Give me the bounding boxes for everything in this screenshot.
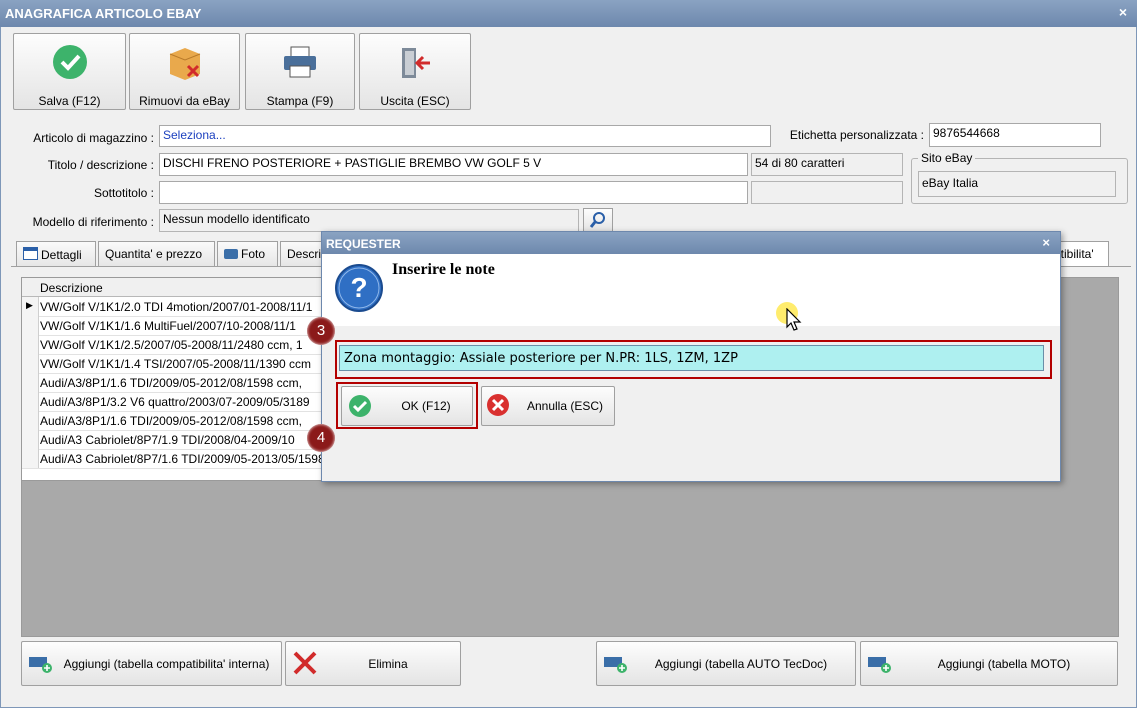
- cancel-label: Annulla (ESC): [526, 399, 604, 413]
- row-description: Audi/A3 Cabriolet/8P7/1.9 TDI/2008/04-20…: [40, 433, 295, 447]
- custom-label-label: Etichetta personalizzata :: [789, 128, 924, 142]
- grid-header-description: Descrizione: [40, 281, 103, 295]
- subtitle-label: Sottotitolo :: [93, 186, 154, 200]
- tab-description[interactable]: Descri: [280, 241, 324, 266]
- dialog-titlebar: REQUESTER ×: [322, 232, 1060, 254]
- check-icon: [52, 45, 87, 79]
- question-icon: ?: [335, 264, 383, 312]
- row-description: Audi/A3/8P1/1.6 TDI/2009/05-2012/08/1598…: [40, 414, 302, 428]
- tab-label: Quantita' e prezzo: [105, 247, 203, 261]
- site-field: eBay Italia: [918, 171, 1116, 197]
- exit-door-icon: [402, 48, 430, 78]
- row-description: VW/Golf V/1K1/2.5/2007/05-2008/11/2480 c…: [40, 338, 303, 352]
- svg-text:?: ?: [350, 272, 367, 303]
- window-titlebar: ANAGRAFICA ARTICOLO EBAY ×: [0, 0, 1137, 27]
- table-icon: [23, 247, 38, 260]
- add-tecdoc-button[interactable]: Aggiungi (tabella AUTO TecDoc): [596, 641, 856, 686]
- title-char-count: 54 di 80 caratteri: [751, 153, 903, 176]
- add-row-icon: [29, 657, 52, 673]
- row-description: VW/Golf V/1K1/1.4 TSI/2007/05-2008/11/13…: [40, 357, 312, 371]
- title-label: Titolo / descrizione :: [47, 158, 154, 172]
- exit-button[interactable]: Uscita (ESC): [359, 33, 471, 110]
- article-label: Articolo di magazzino :: [33, 131, 154, 145]
- custom-label-input[interactable]: 9876544668: [929, 123, 1101, 147]
- box-remove-icon: [169, 48, 200, 80]
- row-description: VW/Golf V/1K1/2.0 TDI 4motion/2007/01-20…: [40, 300, 313, 314]
- title-input[interactable]: DISCHI FRENO POSTERIORE + PASTIGLIE BREM…: [159, 153, 748, 176]
- row-description: Audi/A3/8P1/1.6 TDI/2009/05-2012/08/1598…: [40, 376, 302, 390]
- save-button[interactable]: Salva (F12): [13, 33, 126, 110]
- article-select[interactable]: Seleziona...: [159, 125, 771, 147]
- search-icon: [589, 212, 605, 228]
- add-moto-button[interactable]: Aggiungi (tabella MOTO): [860, 641, 1118, 686]
- row-selector: [22, 354, 39, 373]
- tab-label: Foto: [241, 247, 266, 261]
- model-search-button[interactable]: [583, 208, 613, 232]
- print-label: Stampa (F9): [266, 94, 334, 108]
- tab-label: Descri: [287, 247, 322, 261]
- camera-icon: [224, 249, 238, 259]
- dialog-title: REQUESTER: [326, 237, 401, 251]
- row-selector: [22, 373, 39, 392]
- tab-quantity-price[interactable]: Quantita' e prezzo: [98, 241, 215, 266]
- remove-from-ebay-button[interactable]: Rimuovi da eBay: [129, 33, 240, 110]
- add-moto-label: Aggiungi (tabella MOTO): [937, 657, 1071, 671]
- row-description: Audi/A3/8P1/3.2 V6 quattro/2003/07-2009/…: [40, 395, 310, 409]
- dialog-message: Inserire le note: [392, 261, 495, 278]
- subtitle-input[interactable]: [159, 181, 748, 204]
- row-selector: [22, 316, 39, 335]
- ok-highlight-box: [336, 382, 478, 429]
- row-selector: [22, 335, 39, 354]
- step-4-marker: 4: [307, 424, 335, 452]
- add-tecdoc-label: Aggiungi (tabella AUTO TecDoc): [654, 657, 828, 671]
- delete-button[interactable]: Elimina: [285, 641, 461, 686]
- add-internal-label: Aggiungi (tabella compatibilita' interna…: [63, 657, 270, 671]
- row-selector: [22, 392, 39, 411]
- window-close-button[interactable]: ×: [1119, 4, 1127, 20]
- model-field: Nessun modello identificato: [159, 209, 579, 232]
- mouse-cursor-icon: [786, 308, 802, 331]
- note-highlight-box: [335, 340, 1052, 379]
- current-row-arrow-icon: ▶: [26, 300, 33, 310]
- row-selector: [22, 411, 39, 430]
- model-label: Modello di riferimento :: [32, 215, 154, 229]
- exit-label: Uscita (ESC): [380, 94, 450, 108]
- row-selector: ▶: [22, 297, 39, 316]
- tab-photo[interactable]: Foto: [217, 241, 278, 266]
- row-selector: [22, 430, 39, 449]
- delete-label: Elimina: [368, 657, 408, 671]
- delete-x-icon: [293, 651, 317, 675]
- dialog-close-button[interactable]: ×: [1042, 235, 1050, 250]
- row-selector: [22, 449, 39, 468]
- step-3-marker: 3: [307, 317, 335, 345]
- site-group-label: Sito eBay: [918, 151, 976, 165]
- row-description: VW/Golf V/1K1/1.6 MultiFuel/2007/10-2008…: [40, 319, 296, 333]
- add-internal-button[interactable]: Aggiungi (tabella compatibilita' interna…: [21, 641, 282, 686]
- cancel-button[interactable]: Annulla (ESC): [481, 386, 615, 426]
- tab-label: Dettagli: [41, 248, 82, 262]
- tab-dettagli[interactable]: Dettagli: [16, 241, 96, 266]
- save-label: Salva (F12): [38, 94, 101, 108]
- printer-icon: [284, 46, 316, 78]
- subtitle-char-count: [751, 181, 903, 204]
- cancel-icon: [487, 394, 509, 416]
- window-title: ANAGRAFICA ARTICOLO EBAY: [5, 6, 202, 21]
- dialog-message-area: ? Inserire le note: [322, 254, 1060, 326]
- add-row-icon: [604, 657, 627, 673]
- print-button[interactable]: Stampa (F9): [245, 33, 355, 110]
- remove-label: Rimuovi da eBay: [139, 94, 230, 108]
- add-row-icon: [868, 657, 891, 673]
